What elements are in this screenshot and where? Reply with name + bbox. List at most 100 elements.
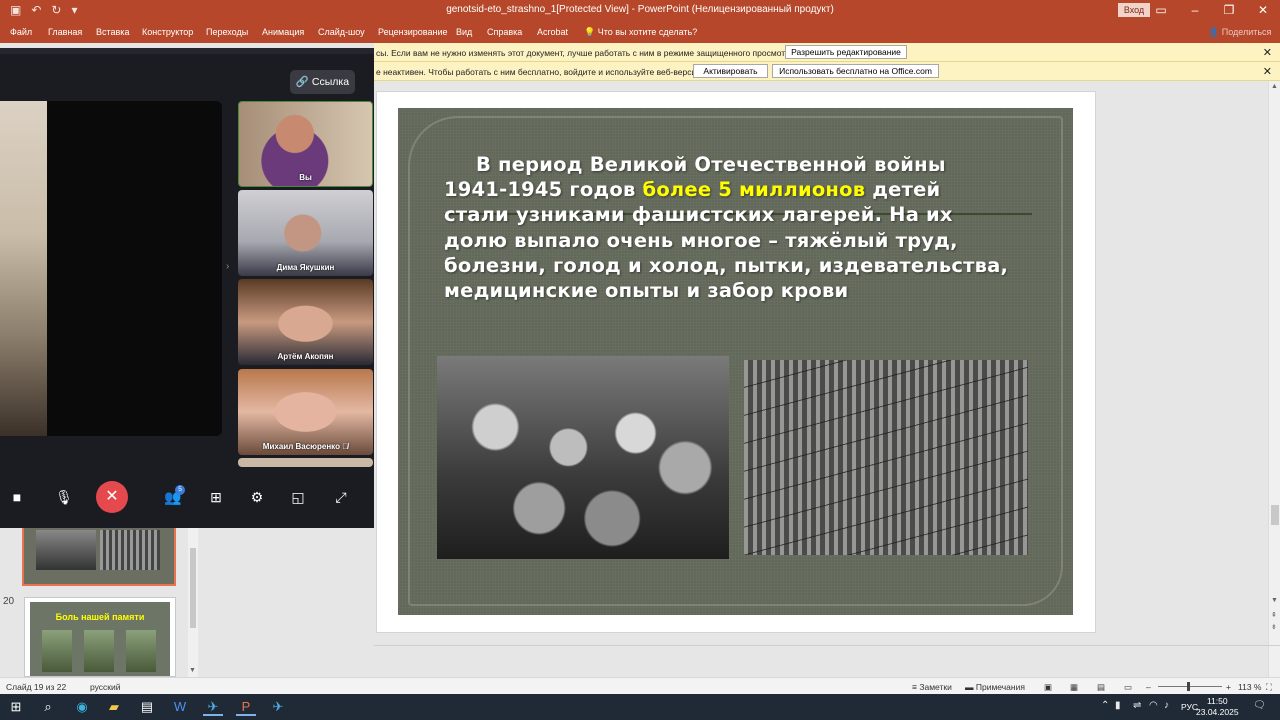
tab-file[interactable]: Файл	[10, 27, 32, 37]
camera-toggle-icon[interactable]: ■	[2, 482, 32, 512]
tab-review[interactable]: Рецензирование	[378, 27, 448, 37]
zoom-in-icon[interactable]: +	[1226, 682, 1231, 692]
language-indicator[interactable]: русский	[90, 682, 121, 692]
status-bar: Слайд 19 из 22 русский ≡ Заметки ▬ Приме…	[0, 677, 1280, 694]
settings-gear-icon[interactable]: ⚙	[242, 482, 272, 512]
copy-link-button[interactable]: 🔗 Ссылка	[290, 70, 355, 94]
microphone-icon[interactable]: 🎙	[49, 482, 79, 512]
prev-slide-icon[interactable]: ⇞	[1271, 611, 1277, 619]
volume-icon[interactable]: ♪	[1164, 700, 1169, 711]
barbed-wire-photo[interactable]	[744, 360, 1028, 555]
search-icon[interactable]: ⌕	[38, 698, 58, 716]
tab-home[interactable]: Главная	[48, 27, 82, 37]
participant-name: Артём Акопян	[277, 352, 334, 361]
store-icon[interactable]: ▤	[137, 698, 157, 716]
slide-body-text[interactable]: В период Великой Отечественной войны 194…	[444, 152, 1044, 303]
tab-insert[interactable]: Вставка	[96, 27, 129, 37]
slide-line-4: долю выпало очень многое – тяжёлый труд,	[444, 228, 958, 252]
telegram-icon[interactable]: ✈	[203, 698, 223, 716]
slide-line-2-pre: 1941-1945 годов	[444, 178, 643, 202]
enable-editing-button[interactable]: Разрешить редактирование	[785, 45, 907, 59]
normal-view-icon[interactable]: ▣	[1044, 682, 1052, 693]
participant-name: Вы	[299, 173, 312, 182]
slide-line-3: стали узниками фашистских лагерей. На их	[444, 203, 953, 227]
slide-thumbnail-20[interactable]: Боль нашей памяти	[24, 597, 176, 677]
tab-help[interactable]: Справка	[487, 27, 522, 37]
scroll-thumb[interactable]	[1271, 505, 1279, 525]
participant-tile[interactable]	[238, 458, 373, 467]
main-video-feed[interactable]	[0, 101, 222, 436]
wifi-icon[interactable]: ◠	[1149, 700, 1158, 711]
participant-name-row: Михаил Васюренко 🎙̸	[238, 442, 373, 451]
restore-icon[interactable]: ❐	[1212, 0, 1246, 22]
grid-layout-icon[interactable]: ⊞	[201, 482, 231, 512]
slide-thumbnail-19[interactable]	[22, 520, 176, 586]
reading-view-icon[interactable]: ▤	[1097, 682, 1105, 693]
tab-design[interactable]: Конструктор	[142, 27, 193, 37]
scroll-up-icon[interactable]: ▲	[1271, 83, 1278, 90]
current-slide[interactable]: В период Великой Отечественной войны 194…	[398, 108, 1073, 615]
notes-button[interactable]: ≡ Заметки	[912, 682, 952, 692]
next-slide-icon[interactable]: ⇟	[1271, 623, 1277, 631]
windows-start-icon[interactable]: ⊞	[6, 698, 26, 716]
network-icon[interactable]: ⇌	[1133, 700, 1141, 711]
word-icon[interactable]: W	[170, 698, 190, 716]
vertical-scrollbar[interactable]: ▲ ▼ ⇞ ⇟	[1268, 81, 1280, 677]
fullscreen-icon[interactable]: ⤢	[326, 482, 356, 512]
fit-slide-icon[interactable]: ⛶	[1266, 682, 1272, 693]
slide-sorter-icon[interactable]: ▦	[1070, 682, 1078, 693]
tab-view[interactable]: Вид	[456, 27, 472, 37]
scroll-down-icon[interactable]: ▼	[1271, 597, 1278, 604]
minimize-icon[interactable]: –	[1178, 0, 1212, 22]
share-button[interactable]: 👤 Поделиться	[1208, 27, 1271, 38]
picture-in-picture-icon[interactable]: ◱	[283, 482, 313, 512]
close-icon[interactable]: ✕	[1263, 65, 1272, 78]
zoom-slider-knob[interactable]	[1187, 682, 1190, 691]
slideshow-icon[interactable]: ▭	[1124, 682, 1132, 693]
lightbulb-icon: 💡	[584, 27, 598, 37]
file-explorer-icon[interactable]: ▰	[104, 698, 124, 716]
license-bar: е неактивен. Чтобы работать с ним беспла…	[374, 62, 1280, 81]
thumbnails-scrollbar[interactable]: ▼	[188, 528, 198, 677]
participant-name: Дима Якушкин	[276, 263, 335, 272]
tell-me-box[interactable]: 💡 Что вы хотите сделать?	[584, 27, 697, 38]
close-icon[interactable]: ✕	[1246, 0, 1280, 22]
tab-animation[interactable]: Анимация	[262, 27, 304, 37]
slide-line-5: болезни, голод и холод, пытки, издевател…	[444, 253, 1009, 277]
use-free-online-button[interactable]: Использовать бесплатно на Office.com	[772, 64, 939, 78]
notifications-icon[interactable]: 🗨	[1253, 700, 1266, 711]
slide-line-2: 1941-1945 годов более 5 миллионов детей	[444, 177, 1044, 202]
zoom-level[interactable]: 113 %	[1238, 682, 1261, 692]
tab-transitions[interactable]: Переходы	[206, 27, 248, 37]
participant-tile[interactable]: Дима Якушкин	[238, 190, 373, 276]
activate-button[interactable]: Активировать	[693, 64, 768, 78]
powerpoint-icon[interactable]: P	[236, 698, 256, 716]
telegram-icon[interactable]: ✈	[268, 698, 288, 716]
tab-acrobat[interactable]: Acrobat	[537, 27, 568, 37]
notes-divider[interactable]	[374, 645, 1280, 646]
tab-slideshow[interactable]: Слайд-шоу	[318, 27, 365, 37]
hang-up-button[interactable]: ✕	[96, 481, 128, 513]
chevron-right-icon[interactable]: ›	[226, 261, 229, 272]
tray-overflow-icon[interactable]: ⌃	[1101, 700, 1109, 711]
close-icon[interactable]: ✕	[1263, 46, 1272, 59]
system-clock[interactable]: 11:50 23.04.2025	[1196, 696, 1239, 718]
children-photo[interactable]	[437, 356, 729, 559]
protected-view-message: сы. Если вам не нужно изменять этот доку…	[376, 48, 797, 58]
zoom-out-icon[interactable]: –	[1146, 682, 1151, 692]
comment-icon: ▬	[965, 682, 976, 692]
participant-tile[interactable]: Вы	[238, 101, 373, 187]
thumbnail-title: Боль нашей памяти	[55, 612, 145, 622]
ribbon-options-icon[interactable]: ▭	[1144, 0, 1178, 22]
clock-time: 11:50	[1206, 696, 1228, 706]
participant-tile[interactable]: Артём Акопян	[238, 279, 373, 365]
comments-button[interactable]: ▬ Примечания	[965, 682, 1025, 692]
battery-icon[interactable]: ▮	[1115, 700, 1121, 711]
scroll-thumb[interactable]	[190, 548, 196, 628]
slide-line-1: В период Великой Отечественной войны	[476, 153, 946, 176]
zoom-slider[interactable]	[1158, 686, 1222, 687]
edge-icon[interactable]: ◉	[72, 698, 92, 716]
participant-tile[interactable]: Михаил Васюренко 🎙̸	[238, 369, 373, 455]
scroll-down-icon[interactable]: ▼	[189, 667, 196, 674]
participants-count-badge: 5	[175, 485, 185, 495]
